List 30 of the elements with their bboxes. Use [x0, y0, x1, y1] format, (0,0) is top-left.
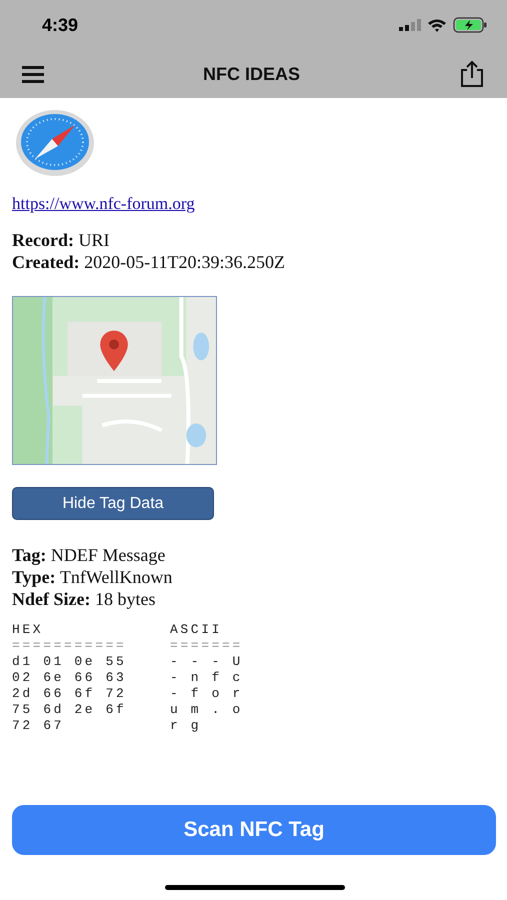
ascii-text: - f o r: [170, 686, 243, 701]
field-line: Ndef Size: 18 bytes: [12, 588, 156, 610]
field-line: Created: 2020-05-11T20:39:36.250Z: [12, 251, 285, 273]
scan-nfc-tag-button[interactable]: Scan NFC Tag: [12, 805, 496, 855]
url-link[interactable]: https://www.nfc-forum.org: [12, 193, 195, 215]
hex-bytes: 75 6d 2e 6f: [12, 702, 126, 717]
ascii-text: - n f c: [170, 670, 243, 685]
signal-icon: [399, 19, 421, 31]
field-line: Tag: NDEF Message: [12, 544, 166, 566]
column-header: HEX: [12, 622, 44, 637]
hex-bytes: 2d 66 6f 72: [12, 686, 126, 701]
ascii-text: - - - U: [170, 654, 243, 669]
wifi-icon: [427, 18, 447, 32]
menu-icon[interactable]: [22, 66, 44, 82]
share-icon[interactable]: [458, 60, 485, 88]
separator-line: ===========: [12, 638, 126, 653]
ascii-text: r g: [170, 718, 202, 733]
hex-bytes: d1 01 0e 55: [12, 654, 126, 669]
field-line: Record: URI: [12, 229, 110, 251]
compass-icon: [15, 109, 95, 177]
column-header: ASCII: [170, 622, 222, 637]
ascii-text: u m . o: [170, 702, 243, 717]
status-time: 4:39: [42, 14, 78, 36]
nav-title: NFC IDEAS: [202, 62, 300, 86]
battery-icon: [453, 17, 487, 33]
hide-tag-data-button[interactable]: Hide Tag Data: [12, 487, 214, 520]
hex-bytes: 72 67: [12, 718, 64, 733]
separator-line: =======: [170, 638, 243, 653]
hex-bytes: 02 6e 66 63: [12, 670, 126, 685]
field-line: Type: TnfWellKnown: [12, 566, 172, 588]
